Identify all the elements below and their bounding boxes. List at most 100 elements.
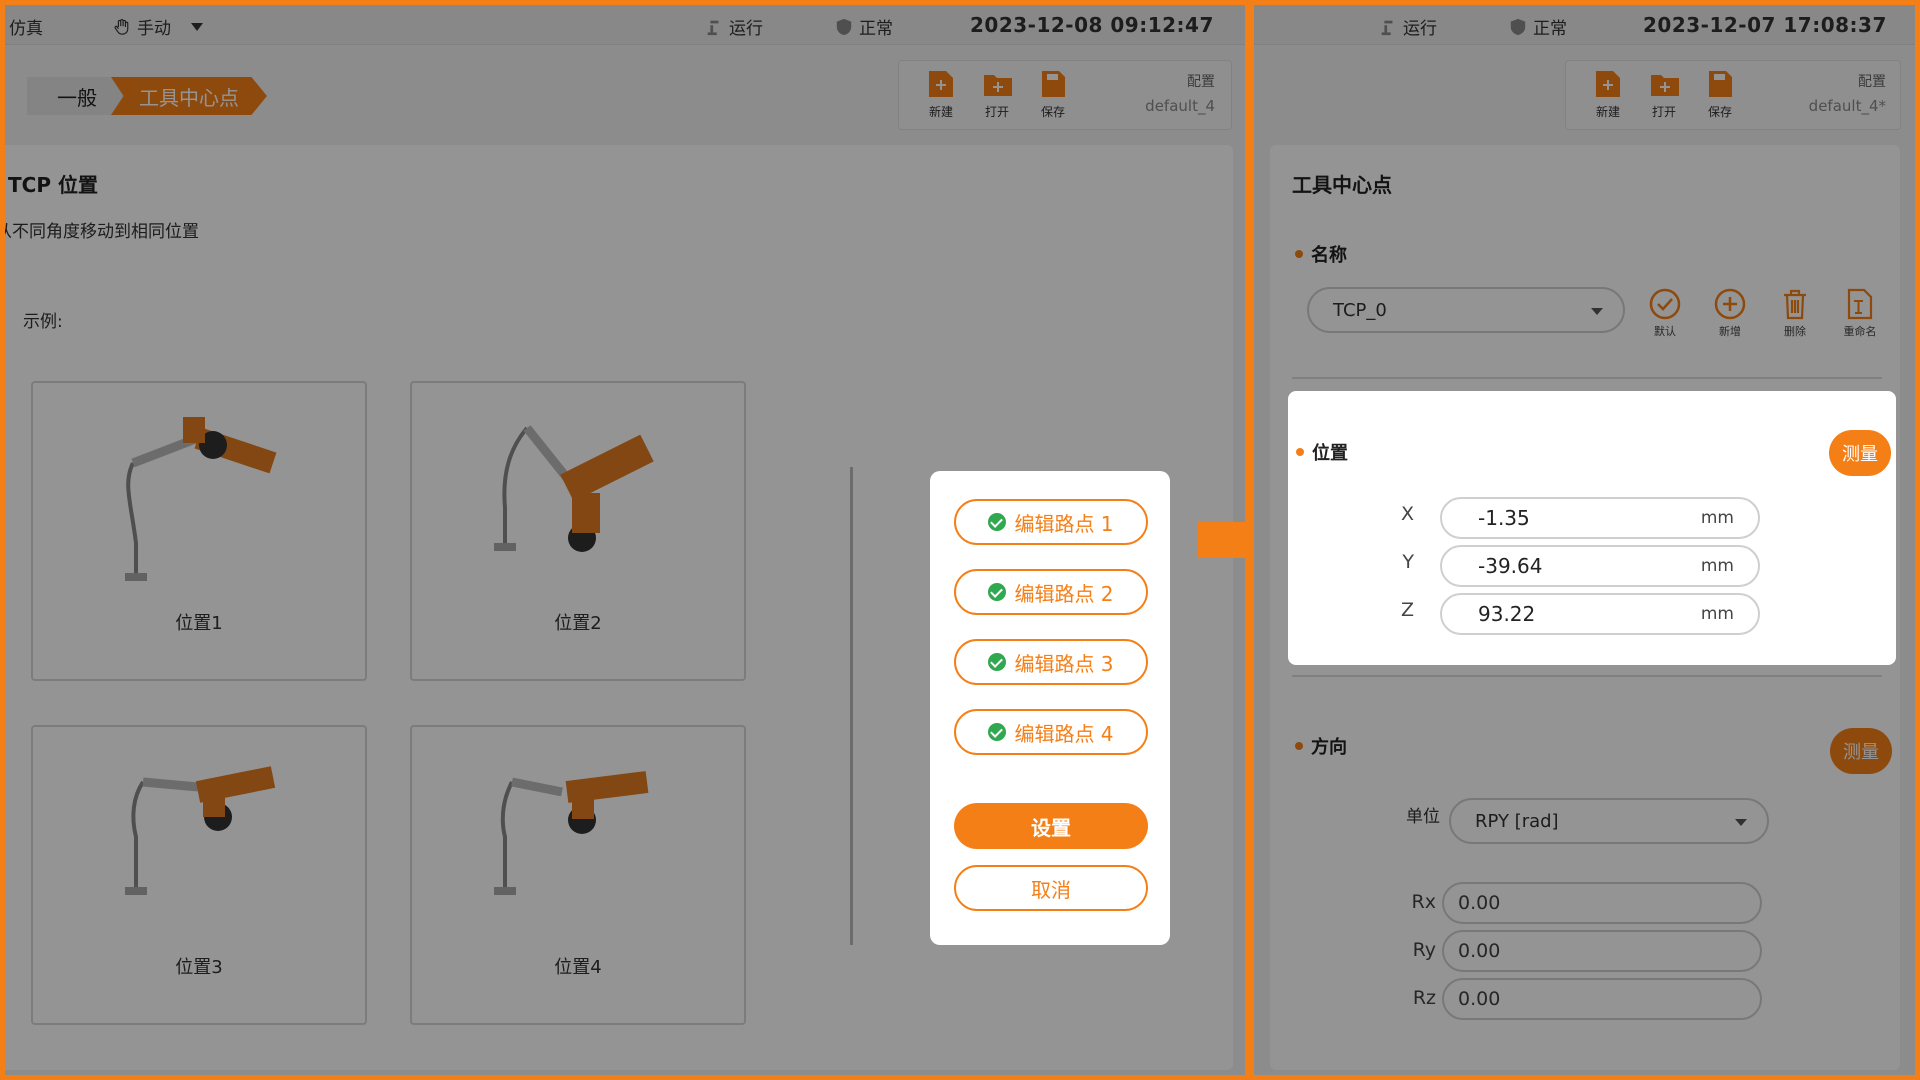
measure-position-button[interactable]: 测量 — [1829, 430, 1891, 476]
open-button[interactable]: 打开 — [1642, 69, 1686, 120]
check-icon — [988, 723, 1007, 741]
x-input[interactable]: -1.35 mm — [1440, 497, 1760, 539]
y-label: Y — [1402, 551, 1414, 573]
folder-icon — [983, 69, 1012, 99]
breadcrumb-general[interactable]: 一般 — [27, 77, 127, 115]
save-button[interactable]: 保存 — [1031, 69, 1075, 120]
rename-label: 重命名 — [1843, 325, 1877, 338]
datetime: 2023-12-07 17:08:37 — [1643, 13, 1887, 37]
open-button[interactable]: 打开 — [975, 69, 1019, 120]
tcp-select[interactable]: TCP_0 — [1307, 287, 1625, 333]
ry-value: 0.00 — [1458, 940, 1501, 962]
datetime: 2023-12-08 09:12:47 — [970, 13, 1214, 37]
add-label: 新增 — [1719, 325, 1741, 338]
new-button[interactable]: 新建 — [1586, 69, 1630, 120]
example-position-2: 位置2 — [410, 381, 746, 681]
robot-arm-pose-4-image — [494, 771, 649, 895]
example-position-1: 位置1 — [31, 381, 367, 681]
rename-tcp-button[interactable]: 重命名 — [1835, 287, 1885, 339]
set-button[interactable]: 设置 — [954, 803, 1148, 849]
safety-status-label: 正常 — [859, 19, 893, 39]
trash-icon — [1778, 287, 1812, 321]
set-default-button[interactable]: 默认 — [1640, 287, 1690, 339]
left-screen-panel: 仿真 手动 运行 正常 2023-12-08 09:12:47 一般 工具中心点… — [0, 0, 1250, 1080]
safety-status: 正常 — [1509, 14, 1567, 39]
sim-mode-label: 仿真 — [9, 19, 43, 39]
chevron-down-icon — [1591, 308, 1603, 315]
rx-value: 0.00 — [1458, 892, 1501, 914]
section-title: TCP 位置 — [8, 173, 98, 197]
y-input[interactable]: -39.64 mm — [1440, 545, 1760, 587]
open-label: 打开 — [1651, 105, 1676, 119]
ry-input[interactable]: 0.00 — [1442, 930, 1762, 972]
default-label: 默认 — [1654, 325, 1676, 338]
orientation-label: 方向 — [1311, 737, 1347, 758]
new-file-icon — [927, 69, 955, 99]
new-label: 新建 — [1595, 105, 1620, 119]
y-unit: mm — [1700, 556, 1734, 576]
plus-circle-icon — [1713, 287, 1747, 321]
config-label: 配置 — [1187, 74, 1215, 90]
position-section-title: 位置 — [1296, 439, 1348, 465]
shield-icon — [836, 18, 852, 35]
tcp-title: 工具中心点 — [1292, 173, 1392, 197]
edit-waypoint-2-button[interactable]: 编辑路点 2 — [954, 569, 1148, 615]
breadcrumb-tcp[interactable]: 工具中心点 — [111, 77, 267, 115]
position-3-label: 位置3 — [175, 957, 223, 978]
rz-label: Rz — [1412, 987, 1436, 1009]
example-label: 示例: — [23, 312, 63, 332]
rz-input[interactable]: 0.00 — [1442, 978, 1762, 1020]
config-value[interactable]: default_4 — [1145, 97, 1215, 115]
unit-selected-value: RPY [rad] — [1475, 810, 1559, 832]
save-button[interactable]: 保存 — [1698, 69, 1742, 120]
shield-icon — [1510, 18, 1526, 35]
bullet-icon — [1295, 742, 1303, 750]
status-bar: 运行 正常 2023-12-07 17:08:37 — [1254, 5, 1915, 45]
save-icon — [1706, 69, 1734, 99]
x-value: -1.35 — [1478, 506, 1530, 530]
hand-icon — [114, 18, 129, 35]
folder-icon — [1650, 69, 1679, 99]
chevron-down-icon — [1735, 819, 1747, 826]
name-section-title: 名称 — [1295, 241, 1347, 267]
save-label: 保存 — [1040, 105, 1065, 119]
add-tcp-button[interactable]: 新增 — [1705, 287, 1755, 339]
z-value: 93.22 — [1478, 602, 1536, 626]
file-toolbar: 新建 打开 保存 配置 default_4* — [1565, 60, 1901, 130]
z-label: Z — [1400, 599, 1414, 621]
status-bar: 仿真 手动 运行 正常 2023-12-08 09:12:47 — [5, 5, 1245, 45]
bullet-icon — [1296, 448, 1304, 456]
orientation-unit-select[interactable]: RPY [rad] — [1449, 798, 1769, 844]
run-status: 运行 — [705, 14, 763, 39]
right-screen-panel: 运行 正常 2023-12-07 17:08:37 新建 打开 保存 配置 de… — [1249, 0, 1920, 1080]
edit-waypoint-3-button[interactable]: 编辑路点 3 — [954, 639, 1148, 685]
save-label: 保存 — [1707, 105, 1732, 119]
check-icon — [988, 583, 1007, 601]
manual-mode-dropdown[interactable]: 手动 — [113, 14, 203, 39]
check-icon — [988, 653, 1007, 671]
waypoint-3-label: 编辑路点 3 — [1014, 651, 1114, 676]
check-circle-icon — [1648, 287, 1682, 321]
rx-input[interactable]: 0.00 — [1442, 882, 1762, 924]
delete-label: 删除 — [1784, 325, 1806, 338]
edit-waypoint-4-button[interactable]: 编辑路点 4 — [954, 709, 1148, 755]
open-label: 打开 — [984, 105, 1009, 119]
config-label: 配置 — [1858, 74, 1886, 90]
unit-label: 单位 — [1406, 807, 1440, 827]
safety-status: 正常 — [835, 14, 893, 39]
measure-orientation-button[interactable]: 测量 — [1830, 728, 1892, 774]
waypoint-2-label: 编辑路点 2 — [1014, 581, 1114, 606]
position-1-label: 位置1 — [175, 613, 223, 634]
new-button[interactable]: 新建 — [919, 69, 963, 120]
edit-waypoint-1-button[interactable]: 编辑路点 1 — [954, 499, 1148, 545]
scroll-divider — [850, 467, 853, 945]
z-input[interactable]: 93.22 mm — [1440, 593, 1760, 635]
x-unit: mm — [1700, 508, 1734, 528]
config-value[interactable]: default_4* — [1809, 97, 1886, 115]
delete-tcp-button[interactable]: 删除 — [1770, 287, 1820, 339]
z-unit: mm — [1700, 604, 1734, 624]
rz-value: 0.00 — [1458, 988, 1501, 1010]
cancel-button[interactable]: 取消 — [954, 865, 1148, 911]
waypoint-1-label: 编辑路点 1 — [1014, 511, 1114, 536]
ry-label: Ry — [1412, 939, 1436, 961]
